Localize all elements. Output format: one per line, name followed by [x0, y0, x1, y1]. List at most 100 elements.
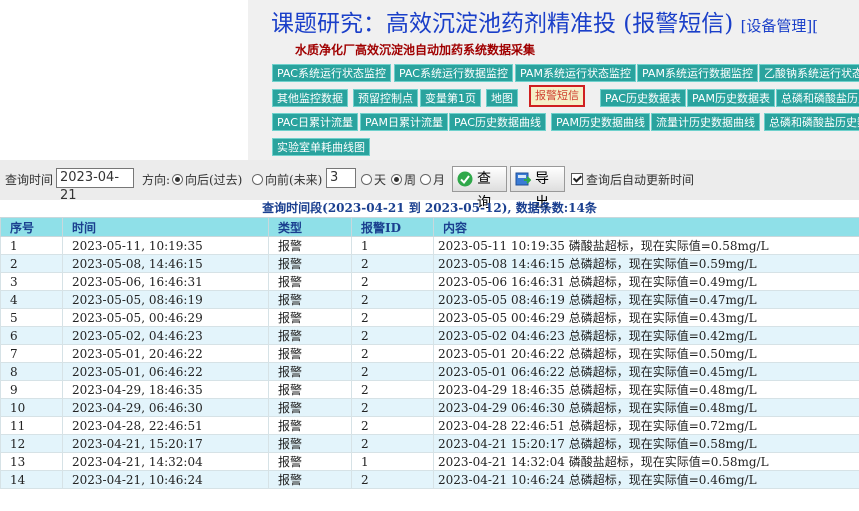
cell-alarm-id: 2 — [351, 290, 434, 309]
radio-icon — [420, 174, 431, 185]
cell-content: 2023-04-21 14:32:04 磷酸盐超标，现在实际值=0.58mg/L — [433, 452, 859, 471]
nav-map[interactable]: 地图 — [486, 89, 518, 107]
unit-day-radio[interactable]: 天 — [361, 171, 386, 188]
header-area: 课题研究：高效沉淀池药剂精准投 (报警短信) [设备管理][ 水质净化厂高效沉淀… — [248, 0, 859, 160]
cell-content: 2023-05-11 10:19:35 磷酸盐超标，现在实际值=0.58mg/L — [433, 236, 859, 255]
table-row: 5 2023-05-05, 00:46:29 报警 2 2023-05-05 00:46… — [0, 308, 859, 327]
table-row: 8 2023-05-01, 06:46:22 报警 2 2023-05-01 06:46… — [0, 362, 859, 381]
nav-pac-status[interactable]: PAC系统运行状态监控 — [272, 64, 391, 82]
cell-alarm-id: 2 — [351, 254, 434, 273]
nav-reserved-control[interactable]: 预留控制点 — [353, 89, 418, 107]
cell-content: 2023-05-01 20:46:22 总磷超标，现在实际值=0.50mg/L — [433, 344, 859, 363]
header-time: 时间 — [62, 217, 269, 237]
cell-time: 2023-05-11, 10:19:35 — [62, 236, 269, 255]
nav-variables-page1[interactable]: 变量第1页 — [420, 89, 481, 107]
cell-type: 报警 — [268, 236, 352, 255]
alarm-table-section: 查询时间段(2023-04-21 到 2023-05-12), 数据条数:14条… — [0, 200, 859, 511]
nav-flowmeter-history-curve[interactable]: 流量计历史数据曲线 — [651, 113, 760, 131]
unit-month-radio[interactable]: 月 — [420, 171, 445, 188]
direction-back-radio[interactable]: 向后(过去) — [172, 171, 242, 188]
cell-type: 报警 — [268, 290, 352, 309]
export-button[interactable]: 导出 — [510, 166, 565, 211]
nav-pam-history-curve[interactable]: PAM历史数据曲线 — [551, 113, 650, 131]
cell-time: 2023-04-21, 10:46:24 — [62, 470, 269, 489]
table-row: 4 2023-05-05, 08:46:19 报警 2 2023-05-05 08:46… — [0, 290, 859, 309]
nav-phosphorus-history-curve[interactable]: 总磷和磷酸盐历史数 — [764, 113, 859, 131]
nav-pac-daily-flow[interactable]: PAC日累计流量 — [272, 113, 358, 131]
cell-index: 2 — [0, 254, 63, 273]
table-row: 6 2023-05-02, 04:46:23 报警 2 2023-05-02 04:46… — [0, 326, 859, 345]
table-row: 14 2023-04-21, 10:46:24 报警 2 2023-04-21 10:4… — [0, 470, 859, 489]
nav-alarm-sms[interactable]: 报警短信 — [529, 85, 585, 107]
device-management-link[interactable]: [设备管理][ — [741, 17, 819, 35]
table-row: 11 2023-04-28, 22:46:51 报警 2 2023-04-28 22:4… — [0, 416, 859, 435]
cell-index: 4 — [0, 290, 63, 309]
cell-index: 12 — [0, 434, 63, 453]
cell-time: 2023-05-06, 16:46:31 — [62, 272, 269, 291]
cell-alarm-id: 2 — [351, 326, 434, 345]
cell-index: 8 — [0, 362, 63, 381]
nav-pam-history-table[interactable]: PAM历史数据表 — [687, 89, 775, 107]
nav-lab-consumption-curve[interactable]: 实验室单耗曲线图 — [272, 138, 370, 156]
cell-content: 2023-04-21 10:46:24 总磷超标，现在实际值=0.46mg/L — [433, 470, 859, 489]
query-count-input[interactable]: 3 — [326, 168, 356, 188]
query-date-input[interactable]: 2023-04-21 — [56, 168, 134, 203]
cell-alarm-id: 1 — [351, 236, 434, 255]
cell-index: 1 — [0, 236, 63, 255]
nav-pam-daily-flow[interactable]: PAM日累计流量 — [360, 113, 448, 131]
auto-update-checkbox[interactable]: 查询后自动更新时间 — [571, 171, 694, 188]
cell-content: 2023-05-06 16:46:31 总磷超标，现在实际值=0.49mg/L — [433, 272, 859, 291]
nav-pam-status[interactable]: PAM系统运行状态监控 — [515, 64, 636, 82]
cell-type: 报警 — [268, 254, 352, 273]
nav-sodium-acetate-status[interactable]: 乙酸钠系统运行状态监 — [759, 64, 859, 82]
unit-week-radio[interactable]: 周 — [391, 171, 416, 188]
search-button[interactable]: 查询 — [452, 166, 507, 211]
cell-time: 2023-05-05, 00:46:29 — [62, 308, 269, 327]
cell-content: 2023-05-02 04:46:23 总磷超标，现在实际值=0.42mg/L — [433, 326, 859, 345]
nav-pac-data[interactable]: PAC系统运行数据监控 — [394, 64, 513, 82]
direction-forward-radio[interactable]: 向前(未来) — [252, 171, 322, 188]
page-title-text: 课题研究：高效沉淀池药剂精准投 (报警短信) — [271, 11, 734, 37]
cell-index: 13 — [0, 452, 63, 471]
table-row: 7 2023-05-01, 20:46:22 报警 2 2023-05-01 20:46… — [0, 344, 859, 363]
cell-content: 2023-05-01 06:46:22 总磷超标，现在实际值=0.45mg/L — [433, 362, 859, 381]
cell-type: 报警 — [268, 326, 352, 345]
page-title: 课题研究：高效沉淀池药剂精准投 (报警短信) [设备管理][ — [271, 4, 818, 38]
cell-alarm-id: 2 — [351, 344, 434, 363]
header-index: 序号 — [0, 217, 63, 237]
cell-type: 报警 — [268, 272, 352, 291]
cell-time: 2023-05-01, 06:46:22 — [62, 362, 269, 381]
radio-icon — [391, 174, 402, 185]
cell-index: 10 — [0, 398, 63, 417]
cell-alarm-id: 2 — [351, 416, 434, 435]
cell-time: 2023-05-02, 04:46:23 — [62, 326, 269, 345]
cell-type: 报警 — [268, 344, 352, 363]
cell-type: 报警 — [268, 398, 352, 417]
header-type: 类型 — [268, 217, 352, 237]
nav-phosphorus-history[interactable]: 总磷和磷酸盐历史 — [776, 89, 859, 107]
nav-pac-history-table[interactable]: PAC历史数据表 — [600, 89, 686, 107]
cell-type: 报警 — [268, 416, 352, 435]
nav-pac-history-curve[interactable]: PAC历史数据曲线 — [449, 113, 546, 131]
cell-content: 2023-05-05 08:46:19 总磷超标，现在实际值=0.47mg/L — [433, 290, 859, 309]
nav-other-monitoring[interactable]: 其他监控数据 — [272, 89, 348, 107]
cell-content: 2023-04-21 15:20:17 总磷超标，现在实际值=0.58mg/L — [433, 434, 859, 453]
export-icon — [515, 172, 531, 186]
cell-content: 2023-04-29 18:46:35 总磷超标，现在实际值=0.48mg/L — [433, 380, 859, 399]
cell-content: 2023-04-28 22:46:51 总磷超标，现在实际值=0.72mg/L — [433, 416, 859, 435]
table-row: 10 2023-04-29, 06:46:30 报警 2 2023-04-29 06:4… — [0, 398, 859, 417]
cell-alarm-id: 2 — [351, 308, 434, 327]
cell-alarm-id: 2 — [351, 380, 434, 399]
cell-type: 报警 — [268, 470, 352, 489]
nav-pam-data[interactable]: PAM系统运行数据监控 — [637, 64, 758, 82]
cell-content: 2023-05-08 14:46:15 总磷超标，现在实际值=0.59mg/L — [433, 254, 859, 273]
cell-index: 5 — [0, 308, 63, 327]
cell-time: 2023-04-28, 22:46:51 — [62, 416, 269, 435]
header-alarm-id: 报警ID — [351, 217, 434, 237]
cell-alarm-id: 2 — [351, 398, 434, 417]
cell-content: 2023-05-05 00:46:29 总磷超标，现在实际值=0.43mg/L — [433, 308, 859, 327]
cell-index: 14 — [0, 470, 63, 489]
cell-alarm-id: 2 — [351, 470, 434, 489]
radio-icon — [361, 174, 372, 185]
cell-content: 2023-04-29 06:46:30 总磷超标，现在实际值=0.48mg/L — [433, 398, 859, 417]
